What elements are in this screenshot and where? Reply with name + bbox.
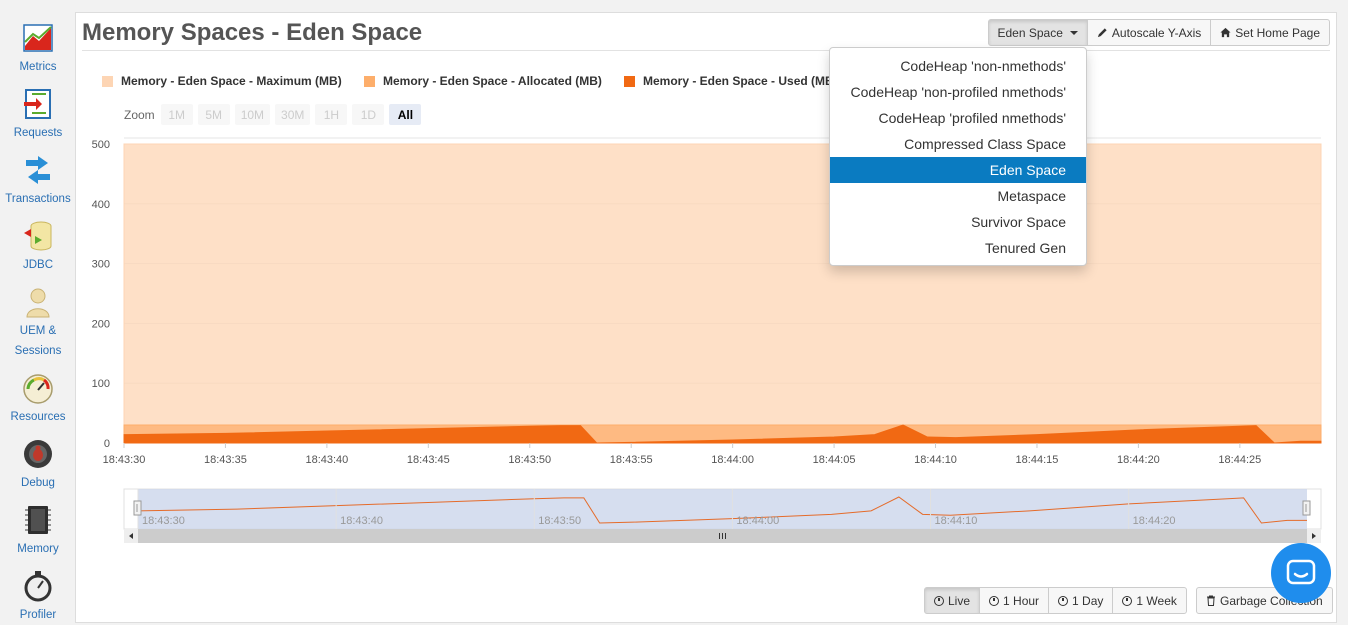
- x-tick-label: 18:44:00: [711, 454, 754, 466]
- x-tick-label: 18:44:25: [1218, 454, 1261, 466]
- y-tick-label: 300: [92, 259, 110, 271]
- sidebar-item-label: UEM &: [19, 325, 57, 337]
- y-tick-label: 400: [92, 199, 110, 211]
- sidebar-item-label: Metrics: [19, 61, 57, 73]
- sidebar-item-memory[interactable]: Memory: [0, 504, 76, 559]
- dropdown-option-codeheap-non-nmethods[interactable]: CodeHeap 'non-nmethods': [830, 53, 1086, 79]
- sidebar-item-label: Debug: [21, 477, 55, 489]
- y-tick-label: 100: [92, 378, 110, 390]
- sidebar: Metrics Requests Transactions JDBC UEM &: [0, 0, 76, 623]
- sidebar-item-jdbc[interactable]: JDBC: [0, 220, 76, 275]
- sidebar-item-profiler[interactable]: Profiler: [0, 570, 76, 625]
- sidebar-item-uem-sessions[interactable]: UEM & Sessions: [0, 286, 76, 361]
- metrics-chart-icon: [23, 24, 53, 52]
- time-range-group: Live 1 Hour 1 Day 1 Week: [924, 587, 1187, 614]
- y-tick-label: 200: [92, 318, 110, 330]
- one-week-button[interactable]: 1 Week: [1112, 587, 1187, 614]
- chat-launcher-button[interactable]: [1271, 543, 1331, 603]
- memory-area-chart: 0 100 200 300 400 500 18:43:30 18:43:35 18:43:40…: [92, 137, 1322, 543]
- sidebar-item-label: Resources: [10, 411, 66, 423]
- memory-chip-icon: [25, 506, 51, 534]
- navigator-tick-label: 18:44:00: [736, 515, 779, 527]
- space-dropdown-menu: CodeHeap 'non-nmethods' CodeHeap 'non-pr…: [829, 47, 1087, 266]
- clock-icon: [1122, 595, 1133, 606]
- sidebar-item-label: Transactions: [5, 193, 71, 205]
- sidebar-item-transactions[interactable]: Transactions: [0, 154, 76, 209]
- y-tick-label: 500: [92, 139, 110, 151]
- dropdown-option-tenured-gen[interactable]: Tenured Gen: [830, 235, 1086, 261]
- clock-icon: [934, 595, 944, 606]
- sidebar-item-debug[interactable]: Debug: [0, 438, 76, 493]
- sidebar-item-metrics[interactable]: Metrics: [0, 22, 76, 77]
- live-label: Live: [948, 593, 971, 608]
- sidebar-item-label: Memory: [17, 543, 59, 555]
- stopwatch-icon: [24, 571, 52, 602]
- sidebar-item-label: Requests: [13, 127, 63, 139]
- x-tick-label: 18:43:35: [204, 454, 247, 466]
- dropdown-option-survivor-space[interactable]: Survivor Space: [830, 209, 1086, 235]
- sidebar-item-resources[interactable]: Resources: [0, 372, 76, 427]
- sidebar-item-requests[interactable]: Requests: [0, 88, 76, 143]
- dropdown-option-metaspace[interactable]: Metaspace: [830, 183, 1086, 209]
- sidebar-item-label-line2: Sessions: [14, 345, 62, 357]
- x-tick-label: 18:43:55: [610, 454, 653, 466]
- transactions-arrows-icon: [26, 156, 50, 184]
- one-day-label: 1 Day: [1072, 593, 1104, 608]
- x-tick-label: 18:43:30: [103, 454, 146, 466]
- dropdown-option-compressed-class-space[interactable]: Compressed Class Space: [830, 131, 1086, 157]
- series-area-maximum: [123, 143, 1322, 444]
- one-week-label: 1 Week: [1136, 593, 1177, 608]
- one-hour-button[interactable]: 1 Hour: [979, 587, 1050, 614]
- x-tick-label: 18:43:45: [407, 454, 450, 466]
- navigator-tick-label: 18:43:50: [538, 515, 581, 527]
- one-day-button[interactable]: 1 Day: [1048, 587, 1114, 614]
- dropdown-option-codeheap-profiled[interactable]: CodeHeap 'profiled nmethods': [830, 105, 1086, 131]
- requests-icon: [24, 89, 51, 119]
- x-tick-label: 18:43:50: [508, 454, 551, 466]
- bug-icon: [24, 440, 52, 468]
- navigator-tick-label: 18:44:10: [935, 515, 978, 527]
- sidebar-item-label: JDBC: [22, 259, 54, 271]
- dropdown-option-eden-space[interactable]: Eden Space: [830, 157, 1086, 183]
- user-icon: [26, 288, 50, 318]
- navigator-tick-label: 18:43:30: [142, 515, 185, 527]
- x-tick-label: 18:44:10: [914, 454, 957, 466]
- navigator-selection: [138, 489, 1307, 529]
- navigator-tick-label: 18:44:20: [1133, 515, 1176, 527]
- dropdown-option-codeheap-non-profiled[interactable]: CodeHeap 'non-profiled nmethods': [830, 79, 1086, 105]
- x-tick-label: 18:44:20: [1117, 454, 1160, 466]
- chat-icon: [1286, 559, 1316, 585]
- navigator-tick-label: 18:43:40: [340, 515, 383, 527]
- clock-icon: [1058, 595, 1069, 606]
- x-tick-label: 18:44:05: [813, 454, 856, 466]
- x-tick-label: 18:44:15: [1016, 454, 1059, 466]
- live-button[interactable]: Live: [924, 587, 981, 614]
- main-panel: Memory Spaces - Eden Space Eden Space Au…: [75, 12, 1337, 623]
- trash-icon: [1207, 595, 1215, 606]
- clock-icon: [989, 595, 1000, 606]
- one-hour-label: 1 Hour: [1003, 593, 1040, 608]
- jdbc-database-icon: [24, 221, 52, 251]
- sidebar-item-label: Profiler: [19, 609, 57, 621]
- y-tick-label: 0: [104, 438, 110, 450]
- x-tick-label: 18:43:40: [305, 454, 348, 466]
- gauge-icon: [23, 374, 53, 404]
